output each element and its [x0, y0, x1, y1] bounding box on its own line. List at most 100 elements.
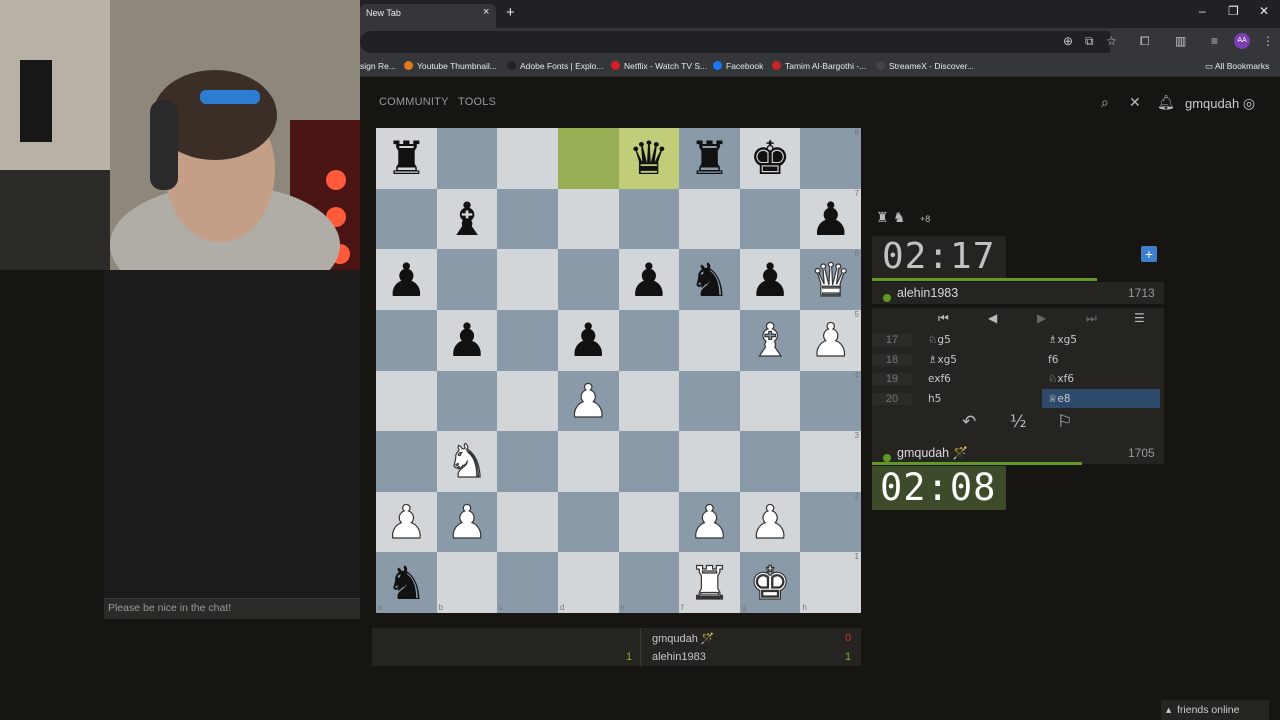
browser-menu-icon[interactable]: ⋮: [1262, 34, 1274, 48]
black-move[interactable]: f6: [1048, 354, 1058, 366]
install-app-icon[interactable]: ⧉: [1085, 34, 1094, 49]
black-pawn-icon[interactable]: ♟: [568, 317, 609, 363]
prev-move-icon[interactable]: ◀: [988, 311, 997, 325]
white-pawn-icon[interactable]: ♟: [385, 498, 427, 545]
bookmark-item[interactable]: Youtube Thumbnail...: [404, 61, 497, 71]
bookmark-item[interactable]: Tamim Al-Bargothi -...: [772, 61, 866, 71]
square-a8[interactable]: ♜: [376, 128, 437, 189]
white-pawn-icon[interactable]: ♟: [749, 498, 791, 545]
user-menu[interactable]: gmqudah ◎: [1185, 95, 1255, 112]
square-e2[interactable]: [618, 491, 680, 553]
all-bookmarks[interactable]: ▭ All Bookmarks: [1205, 61, 1269, 72]
square-d8[interactable]: [557, 128, 619, 189]
square-f1[interactable]: ♜ f: [679, 552, 740, 613]
user-name[interactable]: gmqudah 🪄: [897, 446, 968, 461]
nav-tools[interactable]: TOOLS: [458, 96, 496, 108]
square-g2[interactable]: ♟: [739, 491, 801, 553]
black-move[interactable]: ♗xg5: [1048, 334, 1077, 346]
extensions-icon[interactable]: ⧠: [1140, 34, 1150, 49]
restore-button[interactable]: ❐: [1228, 4, 1239, 18]
square-d3[interactable]: [557, 431, 619, 492]
square-h7[interactable]: ♟ 7: [800, 188, 861, 250]
crosstable-user[interactable]: gmqudah 🪄: [652, 632, 715, 645]
black-pawn-icon[interactable]: ♟: [749, 257, 790, 303]
square-d6[interactable]: [557, 249, 619, 310]
give-time-button[interactable]: +: [1141, 246, 1157, 262]
black-bishop-icon[interactable]: ♝: [446, 196, 487, 242]
square-c6[interactable]: [497, 249, 558, 310]
square-c7[interactable]: [497, 188, 558, 250]
new-tab-button[interactable]: +: [506, 4, 515, 21]
square-c2[interactable]: [497, 491, 558, 553]
white-move[interactable]: ♗xg5: [928, 354, 957, 366]
square-d2[interactable]: [557, 491, 619, 553]
square-h2[interactable]: 2: [800, 491, 861, 553]
black-move[interactable]: ♘xf6: [1048, 373, 1074, 385]
white-pawn-icon[interactable]: ♟: [809, 317, 851, 364]
bookmark-star-icon[interactable]: ☆: [1106, 34, 1117, 48]
white-pawn-icon[interactable]: ♟: [446, 498, 488, 545]
square-f6[interactable]: ♞: [679, 249, 740, 310]
address-bar[interactable]: [360, 31, 1110, 53]
square-c4[interactable]: [497, 370, 558, 432]
square-e5[interactable]: [618, 309, 680, 371]
opponent-name[interactable]: alehin1983: [897, 286, 958, 300]
white-king-icon[interactable]: ♚: [749, 559, 791, 606]
bookmark-item[interactable]: Facebook: [713, 61, 763, 71]
square-d1[interactable]: d: [557, 552, 619, 613]
black-queen-icon[interactable]: ♛: [628, 135, 669, 181]
square-a7[interactable]: [376, 188, 437, 250]
bookmark-item[interactable]: Netflix - Watch TV S...: [611, 61, 707, 71]
square-g7[interactable]: [739, 188, 801, 250]
black-move[interactable]: ♕e8: [1048, 393, 1071, 405]
black-rook-icon[interactable]: ♜: [689, 135, 730, 181]
white-move[interactable]: ♘g5: [928, 334, 951, 346]
bookmark-item[interactable]: Adobe Fonts | Explo...: [507, 61, 603, 71]
menu-icon[interactable]: ☰: [1134, 311, 1145, 325]
square-f4[interactable]: [679, 370, 740, 432]
square-h8[interactable]: 8: [800, 128, 861, 189]
square-a3[interactable]: [376, 431, 437, 492]
offer-draw-button[interactable]: ½: [1010, 412, 1026, 432]
square-h3[interactable]: 3: [800, 431, 861, 492]
nav-community[interactable]: COMMUNITY: [379, 96, 449, 108]
tab-close-button[interactable]: ×: [483, 6, 489, 18]
square-b4[interactable]: [436, 370, 498, 432]
square-f2[interactable]: ♟: [679, 491, 740, 553]
black-pawn-icon[interactable]: ♟: [810, 196, 851, 242]
black-pawn-icon[interactable]: ♟: [386, 257, 427, 303]
square-a1[interactable]: ♞ a: [376, 552, 437, 613]
square-a5[interactable]: [376, 309, 437, 371]
square-b2[interactable]: ♟: [436, 491, 498, 553]
square-b6[interactable]: [436, 249, 498, 310]
square-b1[interactable]: b: [436, 552, 498, 613]
square-c8[interactable]: [497, 128, 558, 189]
white-bishop-icon[interactable]: ♝: [749, 317, 791, 364]
square-f8[interactable]: ♜: [679, 128, 740, 189]
square-a2[interactable]: ♟: [376, 491, 437, 553]
square-a6[interactable]: ♟: [376, 249, 437, 310]
white-rook-icon[interactable]: ♜: [688, 559, 730, 606]
white-queen-icon[interactable]: ♛: [809, 256, 851, 303]
square-d7[interactable]: [557, 188, 619, 250]
square-c5[interactable]: [497, 309, 558, 371]
square-a4[interactable]: [376, 370, 437, 432]
square-f3[interactable]: [679, 431, 740, 492]
square-h4[interactable]: 4: [800, 370, 861, 432]
square-g6[interactable]: ♟: [739, 249, 801, 310]
square-h1[interactable]: 1h: [800, 552, 861, 613]
white-knight-icon[interactable]: ♞: [446, 438, 488, 485]
square-e6[interactable]: ♟: [618, 249, 680, 310]
square-f5[interactable]: [679, 309, 740, 371]
first-move-icon[interactable]: ⏮: [938, 311, 949, 326]
friends-online-button[interactable]: ▴ friends online: [1161, 700, 1269, 720]
black-knight-icon[interactable]: ♞: [386, 560, 427, 606]
last-move-icon[interactable]: ⏭: [1086, 311, 1097, 326]
bookmark-item[interactable]: StreameX - Discover...: [876, 61, 974, 71]
square-g1[interactable]: ♚ g: [739, 552, 801, 613]
white-pawn-icon[interactable]: ♟: [567, 377, 609, 424]
black-rook-icon[interactable]: ♜: [386, 135, 427, 181]
square-g5[interactable]: ♝: [739, 309, 801, 371]
close-window-button[interactable]: ✕: [1259, 4, 1269, 18]
media-controls-icon[interactable]: ≡: [1211, 34, 1218, 48]
